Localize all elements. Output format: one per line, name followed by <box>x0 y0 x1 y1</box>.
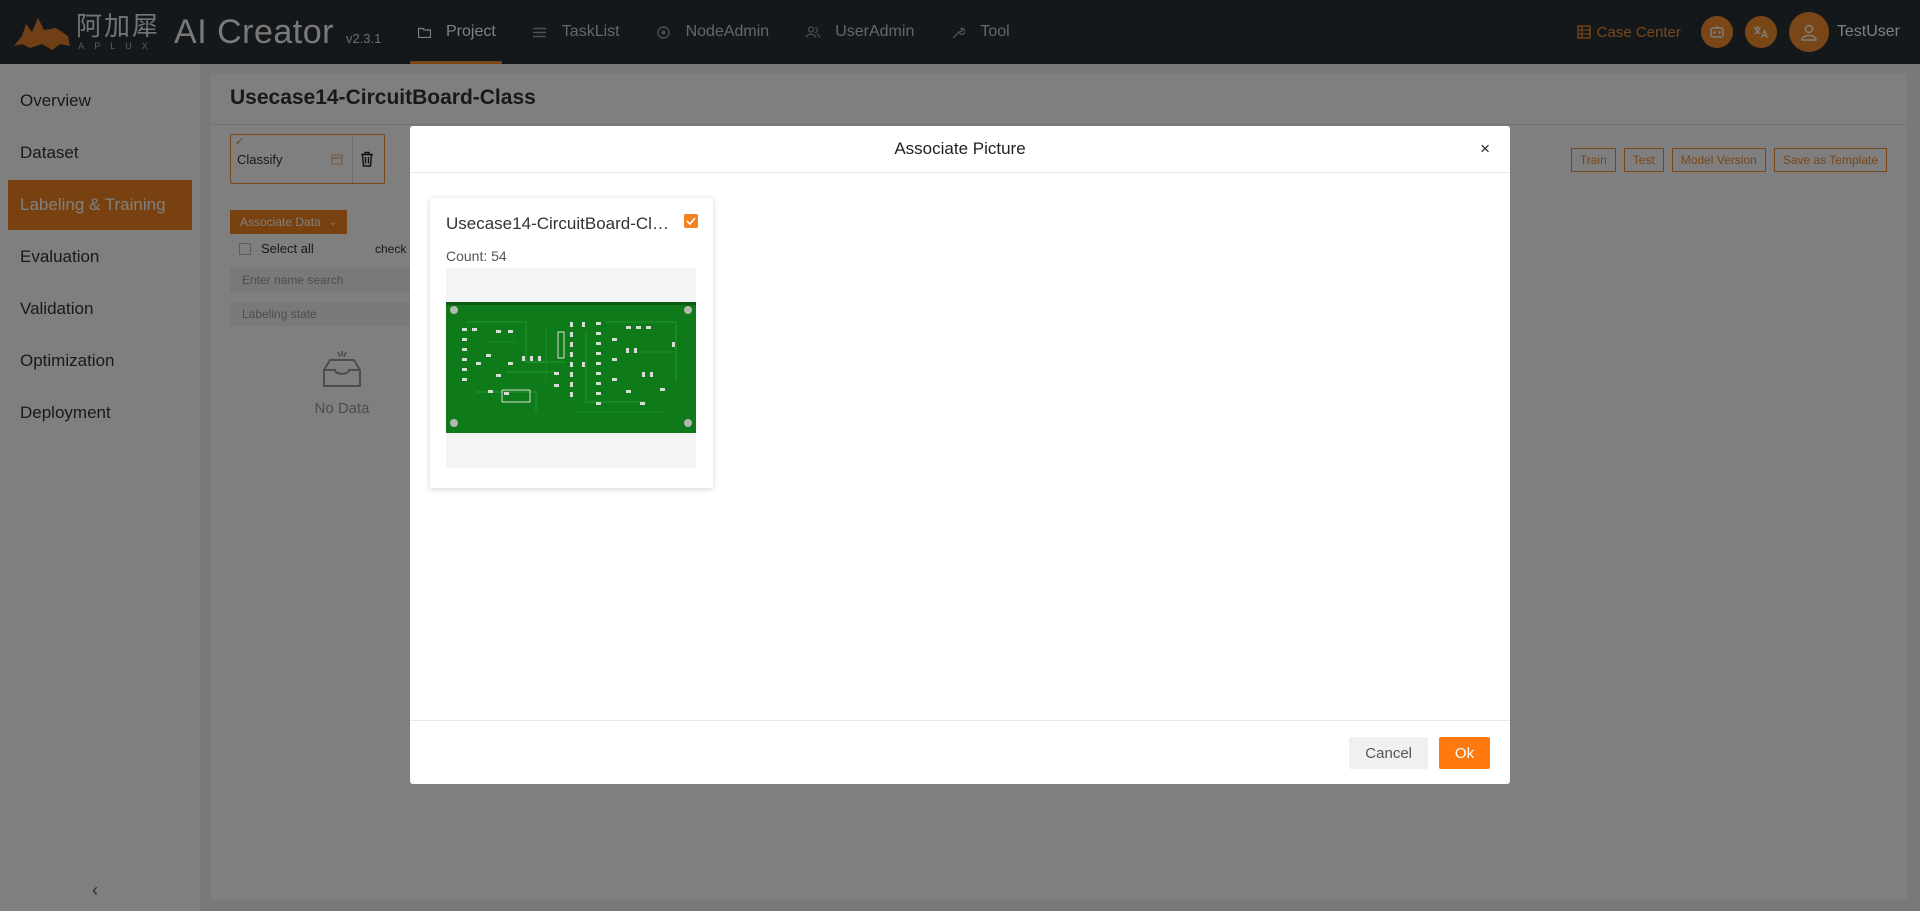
dialog-footer: Cancel Ok <box>410 720 1510 784</box>
dialog-title: Associate Picture <box>894 139 1026 158</box>
picture-set-name: Usecase14-CircuitBoard-Class <box>446 214 674 233</box>
circuit-board-image <box>446 302 696 433</box>
picture-thumbnail <box>446 268 696 468</box>
dialog-header: Associate Picture × <box>410 126 1510 173</box>
picture-count: Count: 54 <box>446 248 507 264</box>
ok-button[interactable]: Ok <box>1439 737 1490 769</box>
check-icon <box>686 217 696 225</box>
cancel-button[interactable]: Cancel <box>1349 737 1428 769</box>
close-icon[interactable]: × <box>1480 139 1490 159</box>
picture-set-checkbox[interactable] <box>684 214 698 228</box>
dialog-body: Usecase14-CircuitBoard-Class Count: 54 <box>410 174 1510 720</box>
associate-picture-dialog: Associate Picture × Usecase14-CircuitBoa… <box>410 126 1510 784</box>
picture-set-card[interactable]: Usecase14-CircuitBoard-Class Count: 54 <box>430 198 713 488</box>
